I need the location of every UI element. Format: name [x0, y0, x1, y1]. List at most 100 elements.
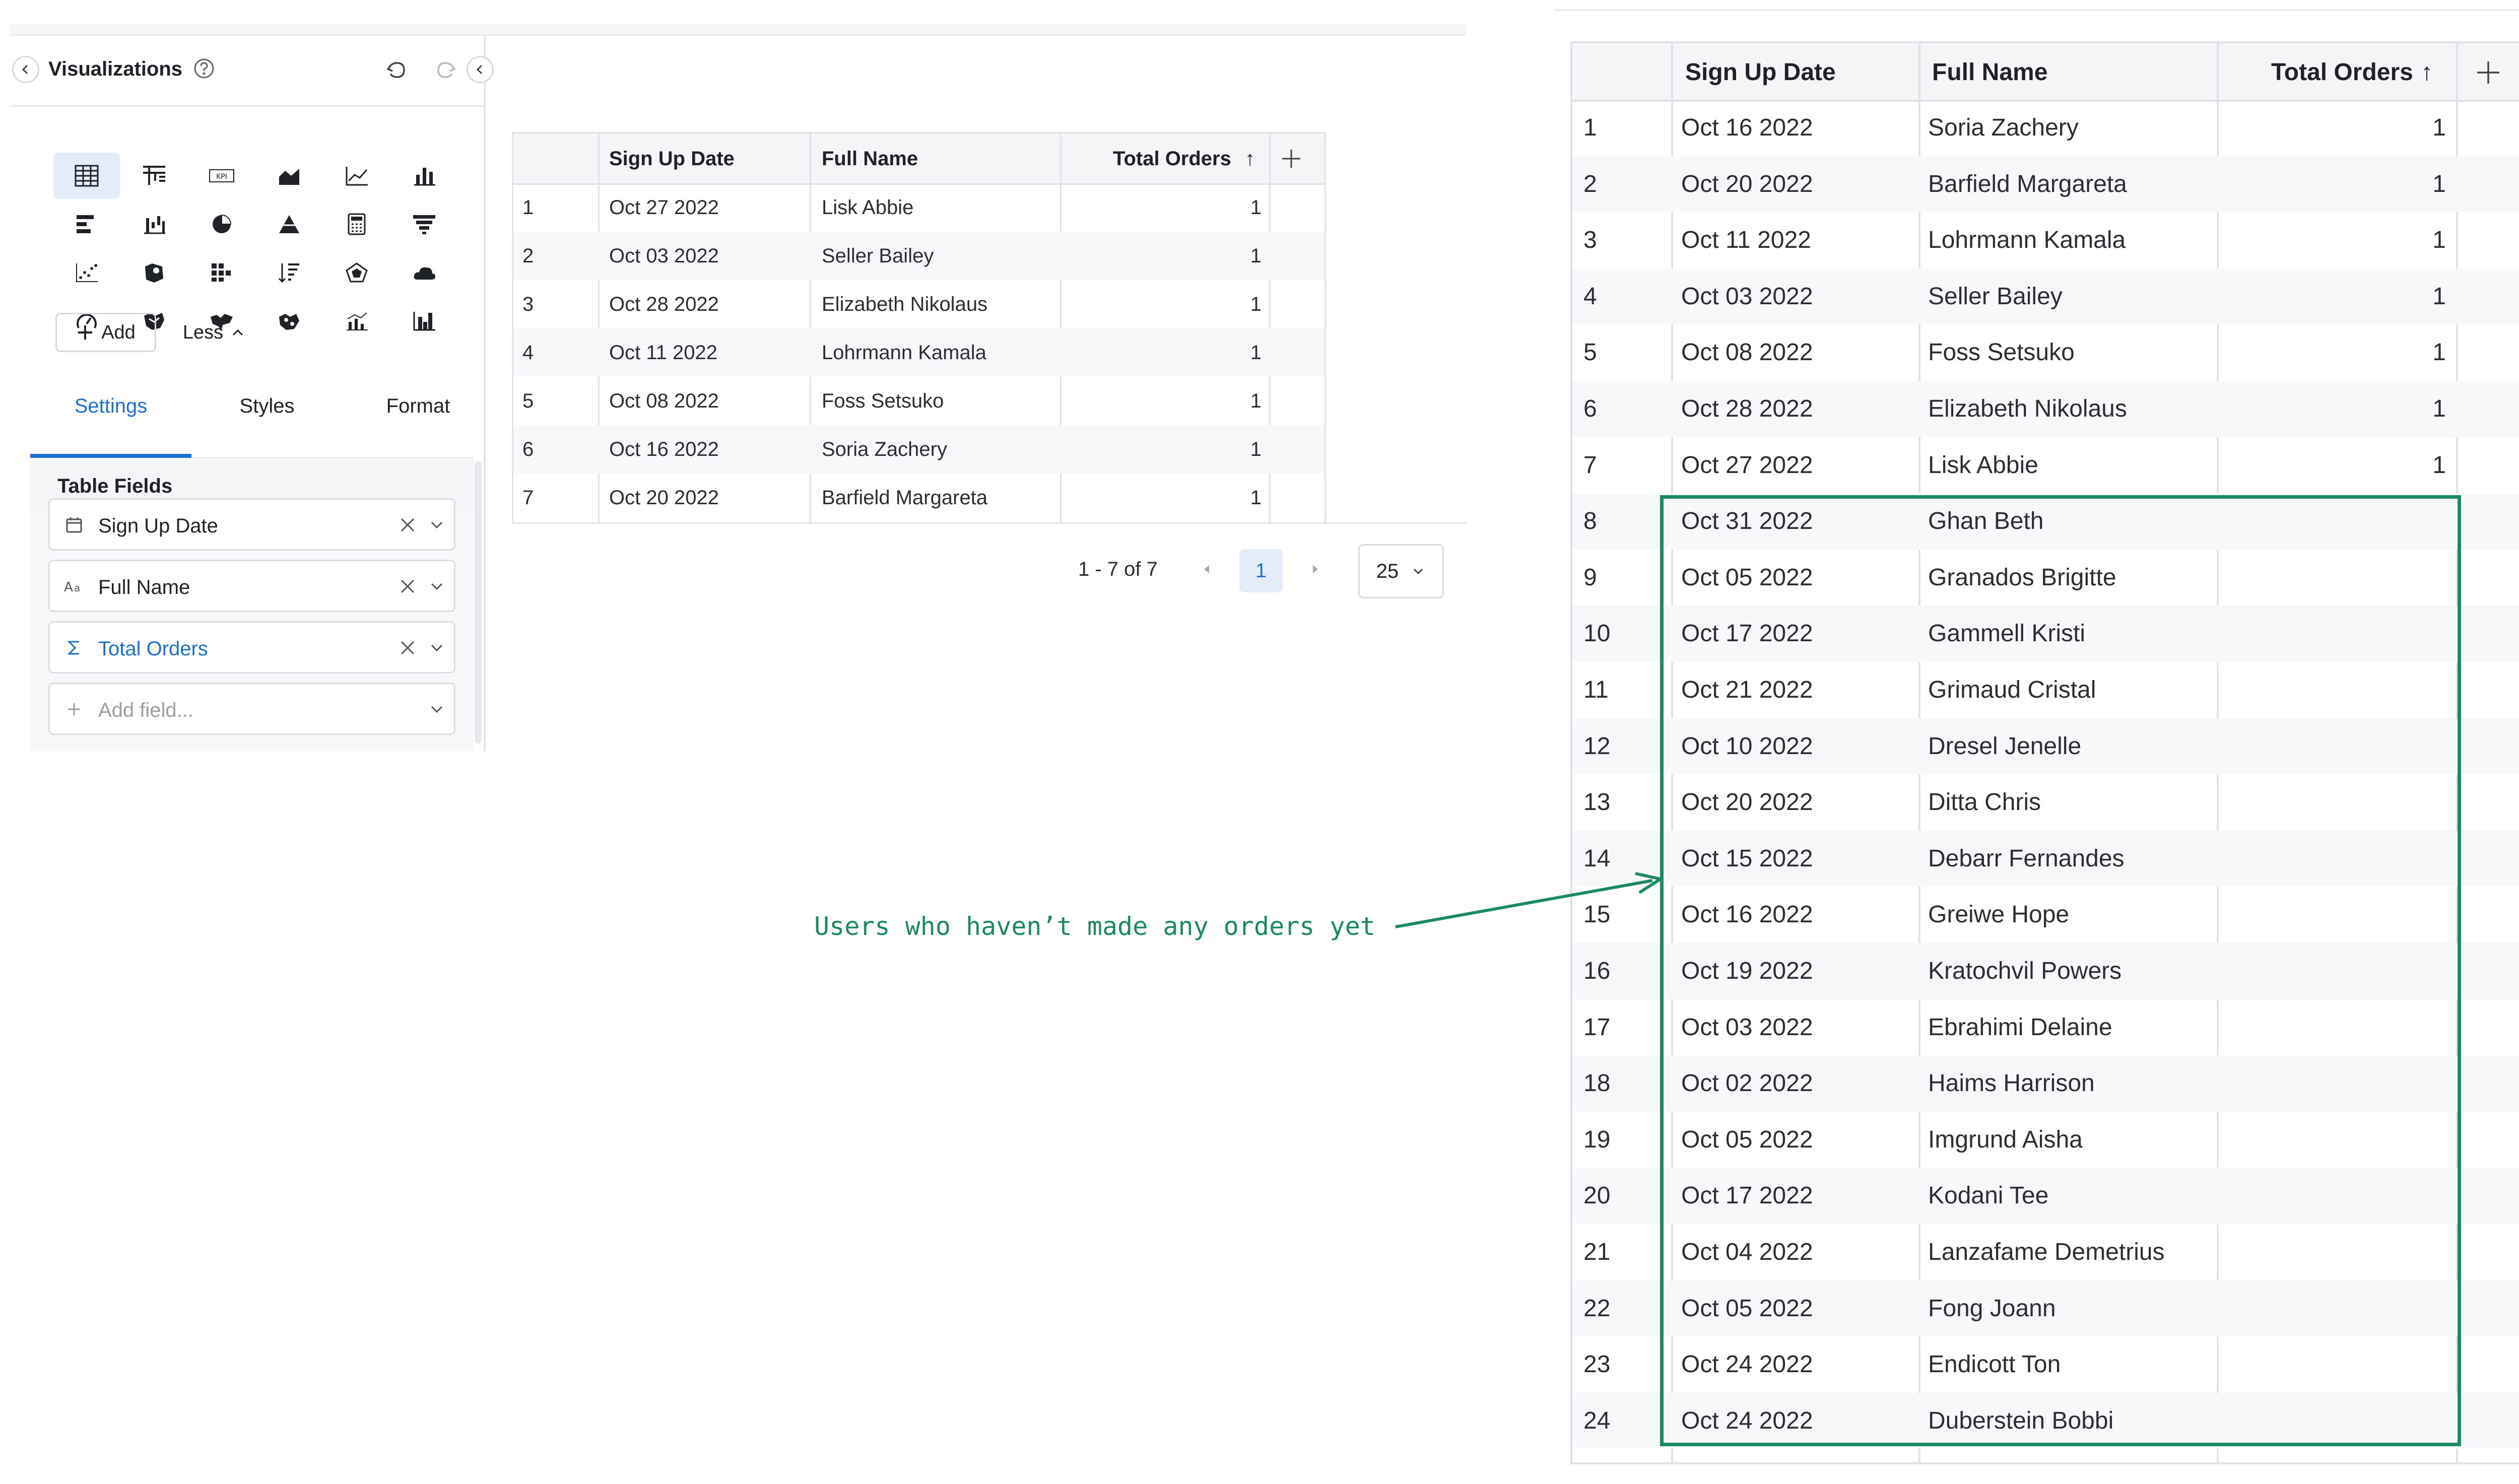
- page-size-select[interactable]: 25: [1358, 544, 1444, 598]
- row-number: 7: [1583, 451, 1597, 479]
- less-button[interactable]: Less: [164, 313, 264, 352]
- table-row[interactable]: 7 Oct 27 2022 Lisk Abbie 1: [1572, 437, 2519, 494]
- help-icon[interactable]: [192, 57, 216, 80]
- chevron-down-icon[interactable]: [427, 515, 447, 535]
- cell-full-name: Seller Bailey: [1928, 283, 2063, 310]
- chevron-down-icon[interactable]: [427, 699, 447, 719]
- scatter-icon[interactable]: [53, 249, 120, 296]
- svg-text:KPI: KPI: [216, 173, 227, 181]
- chevron-down-icon[interactable]: [427, 638, 447, 658]
- add-field-placeholder: Add field...: [98, 699, 194, 721]
- column-header-total-orders[interactable]: Total Orders: [1113, 148, 1231, 170]
- map-icon[interactable]: [121, 249, 187, 296]
- row-number: 17: [1583, 1014, 1611, 1041]
- line-chart-icon[interactable]: [323, 153, 390, 199]
- table-row[interactable]: 2 Oct 20 2022 Barfield Margareta 1: [1572, 156, 2519, 213]
- close-icon[interactable]: [397, 576, 418, 596]
- cell-full-name: Lisk Abbie: [1928, 451, 2038, 479]
- tab-format[interactable]: Format: [343, 378, 494, 434]
- heatmap-icon[interactable]: [188, 249, 255, 296]
- close-icon[interactable]: [397, 515, 418, 535]
- table-row[interactable]: 6 Oct 28 2022 Elizabeth Nikolaus 1: [1572, 381, 2519, 437]
- table-row[interactable]: 1 Oct 16 2022 Soria Zachery 1: [1572, 100, 2519, 156]
- radar-icon[interactable]: [323, 249, 390, 296]
- sorted-bar-icon[interactable]: [256, 249, 322, 296]
- close-icon[interactable]: [397, 638, 418, 658]
- tab-styles[interactable]: Styles: [191, 378, 343, 434]
- table-row[interactable]: 5 Oct 08 2022 Foss Setsuko 1: [513, 377, 1324, 425]
- table-row[interactable]: 3 Oct 28 2022 Elizabeth Nikolaus 1: [513, 280, 1324, 328]
- area-chart-icon[interactable]: [256, 153, 322, 199]
- waterfall-icon[interactable]: [121, 201, 187, 247]
- svg-text:a: a: [74, 582, 80, 594]
- table-row[interactable]: 6 Oct 16 2022 Soria Zachery 1: [513, 425, 1324, 474]
- add-column-icon[interactable]: [2475, 59, 2501, 86]
- chevron-up-icon: [233, 329, 243, 336]
- pagination-info: 1 - 7 of 7: [1078, 558, 1158, 580]
- cell-total-orders: 1: [2432, 227, 2446, 254]
- bubble-map-icon[interactable]: [256, 298, 322, 344]
- table-row[interactable]: 2 Oct 03 2022 Seller Bailey 1: [513, 232, 1324, 280]
- sort-ascending-icon[interactable]: ↑: [1245, 148, 1255, 170]
- add-visualization-button[interactable]: Add: [55, 313, 156, 352]
- table-row[interactable]: 5 Oct 08 2022 Foss Setsuko 1: [1572, 324, 2519, 381]
- cell-sign-up-date: Oct 08 2022: [1681, 339, 1813, 366]
- field-total-orders[interactable]: Total Orders: [48, 621, 455, 673]
- field-full-name[interactable]: Aa Full Name: [48, 560, 455, 612]
- row-number: 5: [1583, 339, 1597, 366]
- funnel-icon[interactable]: [391, 201, 457, 247]
- add-column-icon[interactable]: [1280, 148, 1302, 170]
- pie-chart-icon[interactable]: [188, 201, 255, 247]
- table-row[interactable]: 7 Oct 20 2022 Barfield Margareta 1: [513, 474, 1324, 522]
- table-row[interactable]: 3 Oct 11 2022 Lohrmann Kamala 1: [1572, 212, 2519, 268]
- row-number: 18: [1583, 1070, 1611, 1097]
- table-row[interactable]: 1 Oct 27 2022 Lisk Abbie 1: [513, 183, 1324, 232]
- table-icon[interactable]: [53, 153, 120, 199]
- annotation-text: Users who haven’t made any orders yet: [814, 912, 1375, 941]
- sort-ascending-icon[interactable]: ↑: [2421, 58, 2433, 86]
- active-tab-indicator: [30, 454, 191, 458]
- word-cloud-icon[interactable]: [391, 249, 457, 296]
- caret-left-icon[interactable]: [1197, 559, 1215, 579]
- column-header-full-name[interactable]: Full Name: [822, 148, 918, 170]
- column-header-total-orders[interactable]: Total Orders: [2271, 58, 2413, 86]
- combo-chart-icon[interactable]: [323, 298, 390, 344]
- histogram-icon[interactable]: [391, 298, 457, 344]
- column-header-sign-up-date[interactable]: Sign Up Date: [1685, 58, 1836, 86]
- undo-icon[interactable]: [383, 56, 410, 83]
- redo-icon[interactable]: [432, 56, 459, 83]
- horizontal-bar-icon[interactable]: [53, 201, 120, 247]
- cell-sign-up-date: Oct 28 2022: [1681, 395, 1813, 422]
- row-number: 3: [1583, 227, 1597, 254]
- row-number: 1: [1583, 114, 1597, 141]
- panel-scrollbar[interactable]: [475, 461, 482, 744]
- field-sign-up-date[interactable]: Sign Up Date: [48, 498, 455, 551]
- bar-chart-icon[interactable]: [391, 153, 457, 199]
- cell-sign-up-date: Oct 27 2022: [609, 196, 719, 219]
- cell-total-orders: 1: [2432, 170, 2446, 197]
- page-number-button[interactable]: 1: [1239, 549, 1283, 592]
- pivot-table-icon[interactable]: [121, 153, 187, 199]
- add-field-select[interactable]: Add field...: [48, 683, 455, 735]
- no-orders-highlight-box: [1660, 495, 2461, 1446]
- table-row[interactable]: 4 Oct 03 2022 Seller Bailey 1: [1572, 268, 2519, 325]
- cell-total-orders: 1: [2432, 114, 2446, 141]
- column-header-sign-up-date[interactable]: Sign Up Date: [609, 148, 735, 170]
- tab-settings[interactable]: Settings: [30, 378, 191, 434]
- cell-full-name: Lohrmann Kamala: [822, 342, 986, 364]
- kpi-icon[interactable]: KPI: [188, 153, 255, 199]
- calculator-icon[interactable]: [323, 201, 390, 247]
- cell-sign-up-date: Oct 11 2022: [1681, 227, 1811, 254]
- sigma-icon: [63, 637, 85, 659]
- caret-right-icon[interactable]: [1307, 559, 1325, 579]
- row-number: 20: [1583, 1182, 1611, 1209]
- back-button[interactable]: [12, 56, 39, 83]
- table-row[interactable]: 4 Oct 11 2022 Lohrmann Kamala 1: [513, 328, 1324, 377]
- cell-sign-up-date: Oct 20 2022: [609, 487, 719, 509]
- cell-total-orders: 1: [2432, 339, 2446, 366]
- column-header-full-name[interactable]: Full Name: [1932, 58, 2047, 86]
- collapse-panel-button[interactable]: [467, 56, 494, 83]
- pyramid-icon[interactable]: [256, 201, 322, 247]
- cell-sign-up-date: Oct 27 2022: [1681, 451, 1813, 479]
- chevron-down-icon[interactable]: [427, 576, 447, 596]
